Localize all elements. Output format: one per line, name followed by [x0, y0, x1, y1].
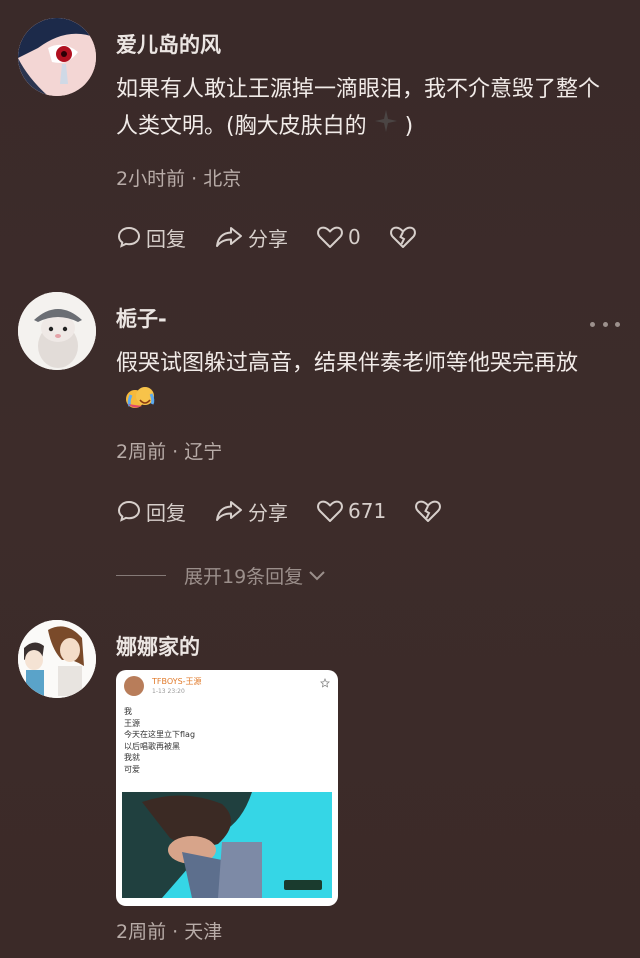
avatar[interactable] — [18, 18, 96, 96]
comment-text: 假哭试图躲过高音，结果伴奏老师等他哭完再放 — [116, 346, 616, 424]
comment-meta: 2周前 · 天津 — [116, 917, 222, 944]
image-header-name: TFBOYS-王源 — [152, 677, 202, 686]
comment-text-body: 假哭试图躲过高音，结果伴奏老师等他哭完再放 — [116, 351, 579, 376]
heart-icon — [317, 500, 343, 522]
author-name[interactable]: 栀子- — [116, 303, 167, 333]
image-line: 以后唱歌再被黑 — [124, 741, 180, 751]
image-line: 我 — [124, 707, 132, 716]
dot — [602, 322, 608, 327]
crying-face-emoji-icon — [124, 382, 156, 424]
image-line: 王源 — [124, 718, 140, 728]
expand-replies-label: 展开19条回复 — [184, 566, 304, 588]
location: 天津 — [184, 921, 223, 943]
image-line: 我就 — [124, 753, 140, 762]
dislike-button[interactable] — [414, 498, 446, 524]
share-icon — [216, 227, 242, 247]
like-button[interactable]: 0 — [316, 224, 361, 250]
comment-image[interactable]: TFBOYS-王源 1-13 23:20 我 王源 今天在这里立下flag 以后… — [116, 670, 338, 906]
author-name[interactable]: 娜娜家的 — [116, 631, 200, 661]
broken-heart-icon — [415, 500, 442, 522]
dot — [615, 322, 620, 327]
comment-text-body: 如果有人敢让王源掉一滴眼泪，我不介意毁了整个人类文明。(胸大皮肤白的 — [116, 77, 601, 139]
reply-button[interactable]: 回复 — [116, 497, 186, 526]
image-header-date: 1-13 23:20 — [152, 688, 185, 695]
comment-text: 如果有人敢让王源掉一滴眼泪，我不介意毁了整个人类文明。(胸大皮肤白的) — [116, 72, 616, 146]
reply-label: 回复 — [146, 500, 186, 525]
share-button[interactable]: 分享 — [214, 223, 288, 252]
heart-icon — [317, 226, 343, 248]
location: 辽宁 — [184, 441, 223, 463]
reply-button[interactable]: 回复 — [116, 223, 186, 252]
dot — [590, 322, 595, 327]
comment-meta: 2周前 · 辽宁 — [116, 437, 222, 464]
image-text-lines: 我 王源 今天在这里立下flag 以后唱歌再被黑 我就 可爱 — [124, 706, 195, 775]
expand-replies-button[interactable]: 展开19条回复 — [116, 562, 327, 589]
dislike-button[interactable] — [389, 224, 421, 250]
image-line: 可爱 — [124, 764, 140, 774]
share-icon — [216, 501, 242, 521]
chevron-down-icon — [309, 570, 325, 580]
like-count: 0 — [348, 225, 361, 249]
divider-line — [116, 575, 166, 576]
comment-text-suffix: ) — [404, 114, 414, 139]
timestamp: 2周前 — [116, 921, 167, 943]
reply-icon — [117, 226, 141, 248]
reply-icon — [117, 500, 141, 522]
location: 北京 — [203, 168, 242, 190]
separator-dot: · — [172, 921, 185, 943]
separator-dot: · — [191, 168, 204, 190]
avatar[interactable] — [18, 292, 96, 370]
star-icon — [320, 678, 330, 688]
comment-meta: 2小时前 · 北京 — [116, 164, 241, 191]
timestamp: 2小时前 — [116, 168, 186, 190]
image-avatar — [124, 676, 144, 696]
more-options-button[interactable] — [590, 322, 620, 327]
image-photo — [122, 792, 332, 898]
separator-dot: · — [172, 441, 185, 463]
share-button[interactable]: 分享 — [214, 497, 288, 526]
comment-actions: 回复 分享 0 — [116, 222, 449, 252]
like-count: 671 — [348, 499, 387, 523]
comment-actions: 回复 分享 671 — [116, 496, 474, 526]
share-label: 分享 — [248, 500, 288, 525]
like-button[interactable]: 671 — [316, 498, 386, 524]
reply-label: 回复 — [146, 226, 186, 251]
sparkle-emoji-icon — [373, 108, 399, 146]
author-name[interactable]: 爱儿岛的风 — [116, 29, 221, 59]
timestamp: 2周前 — [116, 441, 167, 463]
image-line: 今天在这里立下flag — [124, 730, 196, 739]
broken-heart-icon — [389, 226, 416, 248]
image-header: TFBOYS-王源 1-13 23:20 — [124, 676, 330, 700]
share-label: 分享 — [248, 226, 288, 251]
avatar[interactable] — [18, 620, 96, 698]
